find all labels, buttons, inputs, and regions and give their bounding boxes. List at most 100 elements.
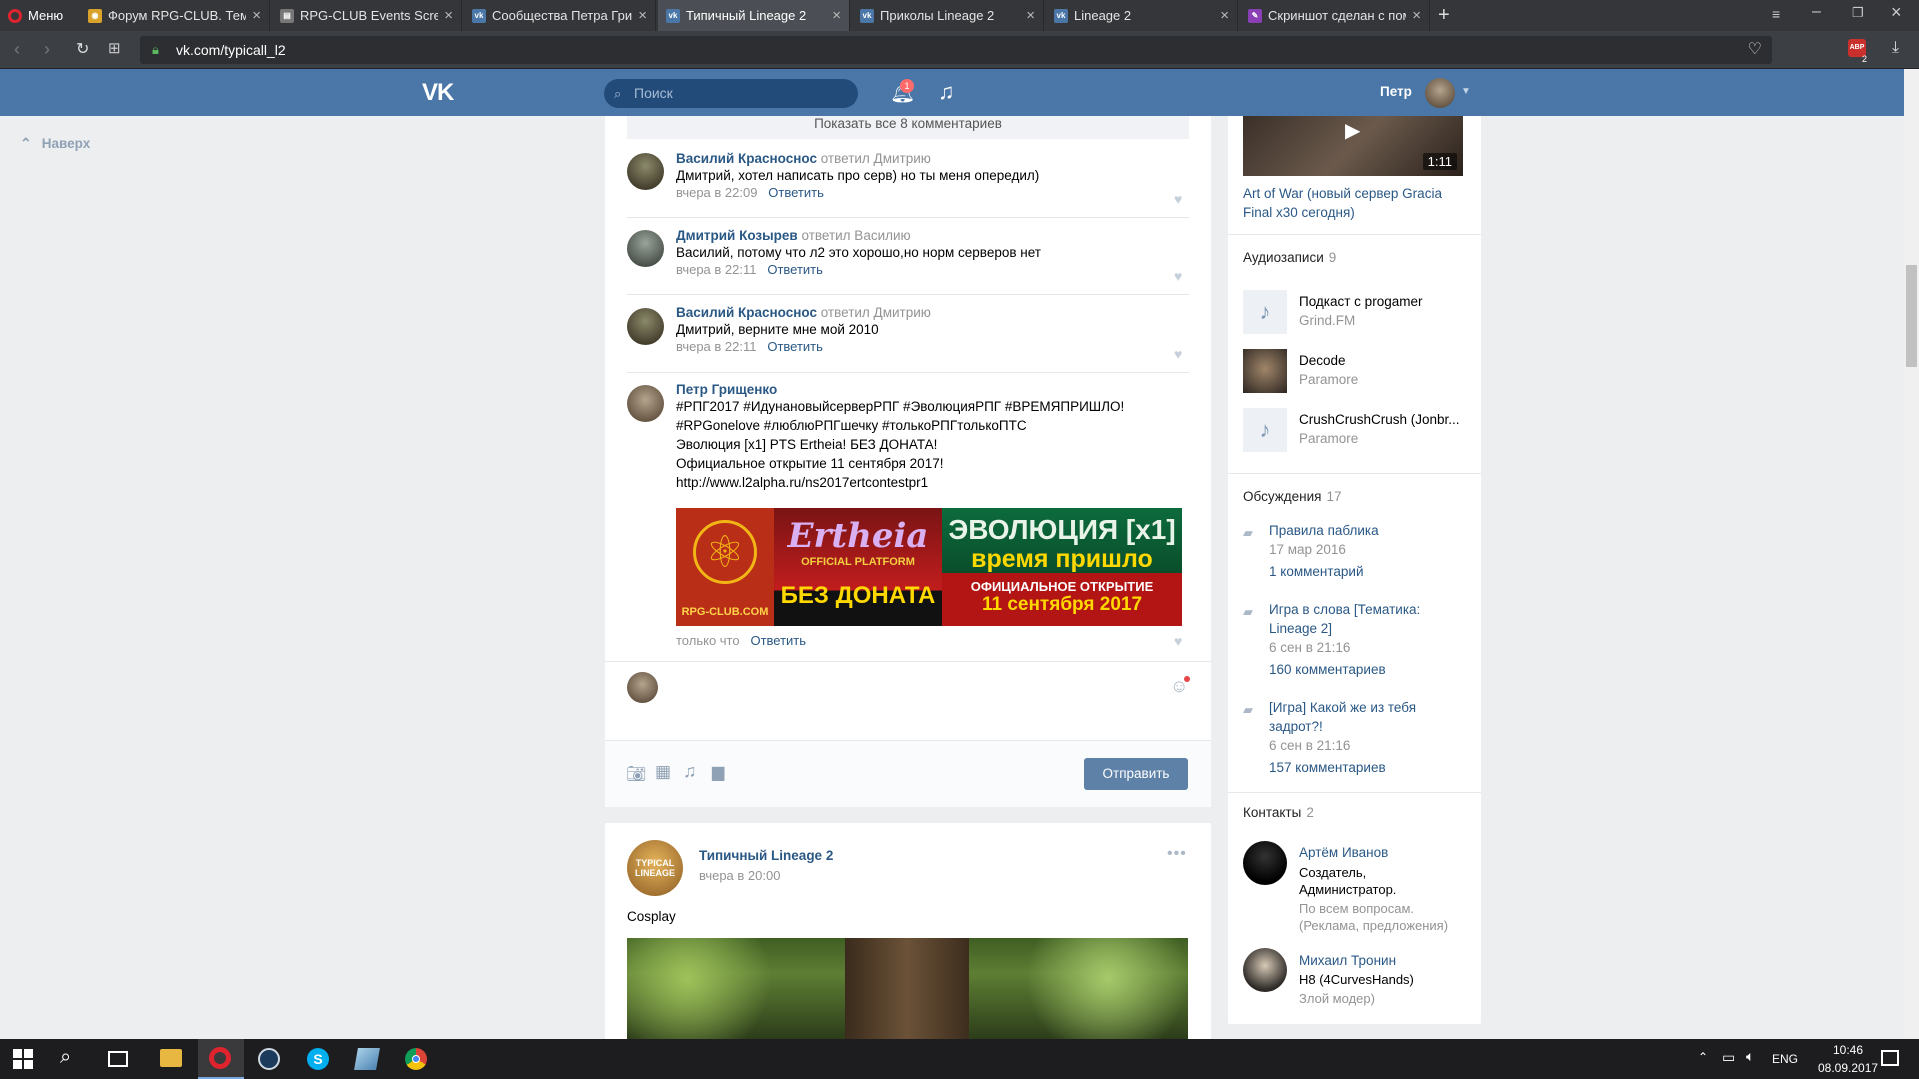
camera-icon[interactable]: 📷︎	[626, 764, 646, 784]
back-icon[interactable]: ‹	[14, 39, 20, 60]
language-indicator[interactable]: ENG	[1772, 1052, 1798, 1066]
group-avatar[interactable]: TYPICAL LINEAGE	[627, 840, 683, 896]
reply-button[interactable]: Ответить	[768, 185, 824, 200]
show-hidden-icons-chevron-icon[interactable]: ⌃	[1698, 1050, 1708, 1064]
close-tab-icon[interactable]: ×	[252, 7, 261, 24]
minimize-button[interactable]: –	[1812, 3, 1821, 21]
post-time[interactable]: вчера в 20:00	[699, 868, 780, 883]
like-heart-icon[interactable]: ♥	[1174, 268, 1182, 284]
hashtags[interactable]: #RPGonelove #люблюРПГшечку #толькоРПГтол…	[676, 416, 1191, 435]
app-icon[interactable]	[354, 1048, 380, 1070]
skype-icon[interactable]: S	[307, 1048, 329, 1070]
comment-author[interactable]: Василий Красноснос	[676, 305, 817, 320]
audio-artist[interactable]: Grind.FM	[1299, 313, 1355, 328]
tab-screenshot[interactable]: ✎ Скриншот сделан с помо ×	[1240, 0, 1430, 31]
post-photo[interactable]	[627, 938, 1188, 1039]
close-tab-icon[interactable]: ×	[1412, 7, 1421, 24]
forward-icon[interactable]: ›	[44, 39, 50, 60]
close-tab-icon[interactable]: ×	[832, 7, 841, 24]
audio-title[interactable]: CrushCrushCrush (Jonbr...	[1299, 412, 1469, 427]
discussion-title[interactable]: Правила паблика	[1269, 521, 1469, 540]
comment-time[interactable]: вчера в 22:11	[676, 262, 756, 277]
url-field[interactable]: 🔒︎ vk.com/typicall_l2 ♡	[140, 36, 1772, 64]
clock-time[interactable]: 10:46	[1818, 1043, 1878, 1057]
like-heart-icon[interactable]: ♥	[1174, 191, 1182, 207]
tab-typical-lineage[interactable]: vk Типичный Lineage 2 ×	[658, 0, 850, 31]
document-icon[interactable]: ▆	[712, 762, 724, 782]
speed-dial-icon[interactable]: ⊞	[108, 39, 121, 57]
reply-button[interactable]: Ответить	[750, 633, 806, 648]
tab-rpg-club-events[interactable]: ▤ RPG-CLUB Events Screensh×	[272, 0, 462, 31]
search-icon[interactable]: ⌕	[60, 1046, 71, 1069]
notification-center-icon[interactable]	[1881, 1050, 1899, 1066]
discussion-title[interactable]: Игра в слова [Тематика: Lineage 2]	[1269, 600, 1449, 638]
network-icon[interactable]: ▭	[1722, 1049, 1735, 1066]
new-tab-button[interactable]: +	[1438, 4, 1450, 27]
steam-icon[interactable]	[258, 1048, 280, 1070]
task-view-icon[interactable]	[108, 1051, 128, 1067]
discussion-comments[interactable]: 1 комментарий	[1269, 564, 1363, 579]
back-to-top-link[interactable]: ⌃ Наверх	[20, 135, 90, 152]
show-all-comments-button[interactable]: Показать все 8 комментариев	[627, 116, 1189, 139]
send-button[interactable]: Отправить	[1084, 758, 1188, 790]
audio-cover[interactable]	[1243, 349, 1287, 393]
reply-button[interactable]: Ответить	[767, 339, 823, 354]
contact-avatar[interactable]	[1243, 948, 1287, 992]
tab-lineage-2[interactable]: vk Lineage 2 ×	[1046, 0, 1238, 31]
audio-artist[interactable]: Paramore	[1299, 431, 1358, 446]
video-icon[interactable]: ▦	[655, 762, 671, 782]
reply-button[interactable]: Ответить	[767, 262, 823, 277]
contacts-section-title[interactable]: Контакты 2	[1243, 805, 1314, 820]
contact-name[interactable]: Михаил Тронин	[1299, 953, 1396, 968]
comment-input[interactable]	[668, 668, 1168, 728]
audio-cover[interactable]: ♪	[1243, 290, 1287, 334]
clock-date[interactable]: 08.09.2017	[1818, 1061, 1878, 1075]
close-tab-icon[interactable]: ×	[1220, 7, 1229, 24]
discussion-title[interactable]: [Игра] Какой же из тебя задрот?!	[1269, 698, 1449, 736]
scrollbar-thumb[interactable]	[1906, 265, 1917, 367]
discussions-section-title[interactable]: Обсуждения 17	[1243, 489, 1342, 504]
banner-image[interactable]: ⚛ RPG-CLUB.COM Ertheia OFFICIAL PLATFORM…	[676, 508, 1182, 626]
comment-time[interactable]: вчера в 22:09	[676, 185, 757, 200]
tab-forum-rpg-club[interactable]: ◉ Форум RPG-CLUB. Тема: Г×	[80, 0, 270, 31]
comment-avatar[interactable]	[627, 230, 664, 267]
discussion-comments[interactable]: 160 комментариев	[1269, 662, 1386, 677]
hashtags[interactable]: #РПГ2017 #ИдунановыйсерверРПГ #ЭволюцияР…	[676, 397, 1191, 416]
audio-section-title[interactable]: Аудиозаписи 9	[1243, 250, 1336, 265]
contact-name[interactable]: Артём Иванов	[1299, 845, 1388, 860]
like-heart-icon[interactable]: ♥	[1174, 633, 1182, 649]
close-window-button[interactable]: ×	[1891, 2, 1902, 23]
comment-time[interactable]: вчера в 22:11	[676, 339, 756, 354]
restore-button[interactable]: ❐	[1852, 5, 1864, 21]
file-explorer-icon[interactable]	[160, 1049, 182, 1067]
comment-author[interactable]: Василий Красноснос	[676, 151, 817, 166]
discussion-comments[interactable]: 157 комментариев	[1269, 760, 1386, 775]
opera-menu-button[interactable]: Меню	[4, 0, 76, 31]
header-user-name[interactable]: Петр	[1380, 84, 1412, 99]
tab-lineage-jokes[interactable]: vk Приколы Lineage 2 ×	[852, 0, 1044, 31]
comment-avatar[interactable]	[627, 153, 664, 190]
post-author[interactable]: Типичный Lineage 2	[699, 848, 833, 863]
bookmark-heart-icon[interactable]: ♡	[1748, 36, 1762, 64]
audio-title[interactable]: Decode	[1299, 353, 1346, 368]
reload-icon[interactable]: ↻	[76, 39, 89, 59]
audio-icon[interactable]: ♫	[683, 761, 697, 782]
page-scrollbar[interactable]	[1904, 69, 1919, 1039]
chevron-down-icon[interactable]: ▼	[1461, 86, 1471, 97]
comment-link[interactable]: http://www.l2alpha.ru/ns2017ertcontestpr…	[676, 473, 1191, 492]
video-thumbnail[interactable]: ▶ 1:11	[1243, 116, 1463, 176]
like-heart-icon[interactable]: ♥	[1174, 346, 1182, 362]
audio-cover[interactable]: ♪	[1243, 408, 1287, 452]
download-icon[interactable]: ⤓	[1892, 39, 1899, 57]
search-input[interactable]: ⌕ Поиск	[604, 79, 858, 108]
tab-menu-icon[interactable]: ≡	[1772, 6, 1780, 22]
vk-logo-icon[interactable]: VK	[422, 79, 454, 107]
volume-icon[interactable]: 🔈︎	[1746, 1048, 1754, 1065]
comment-avatar[interactable]	[627, 385, 664, 422]
video-title[interactable]: Art of War (новый сервер Gracia Final x3…	[1243, 184, 1465, 222]
header-avatar[interactable]	[1425, 78, 1455, 108]
more-options-icon[interactable]: •••	[1167, 845, 1187, 863]
windows-start-icon[interactable]	[13, 1049, 33, 1069]
comment-avatar[interactable]	[627, 308, 664, 345]
contact-avatar[interactable]	[1243, 841, 1287, 885]
